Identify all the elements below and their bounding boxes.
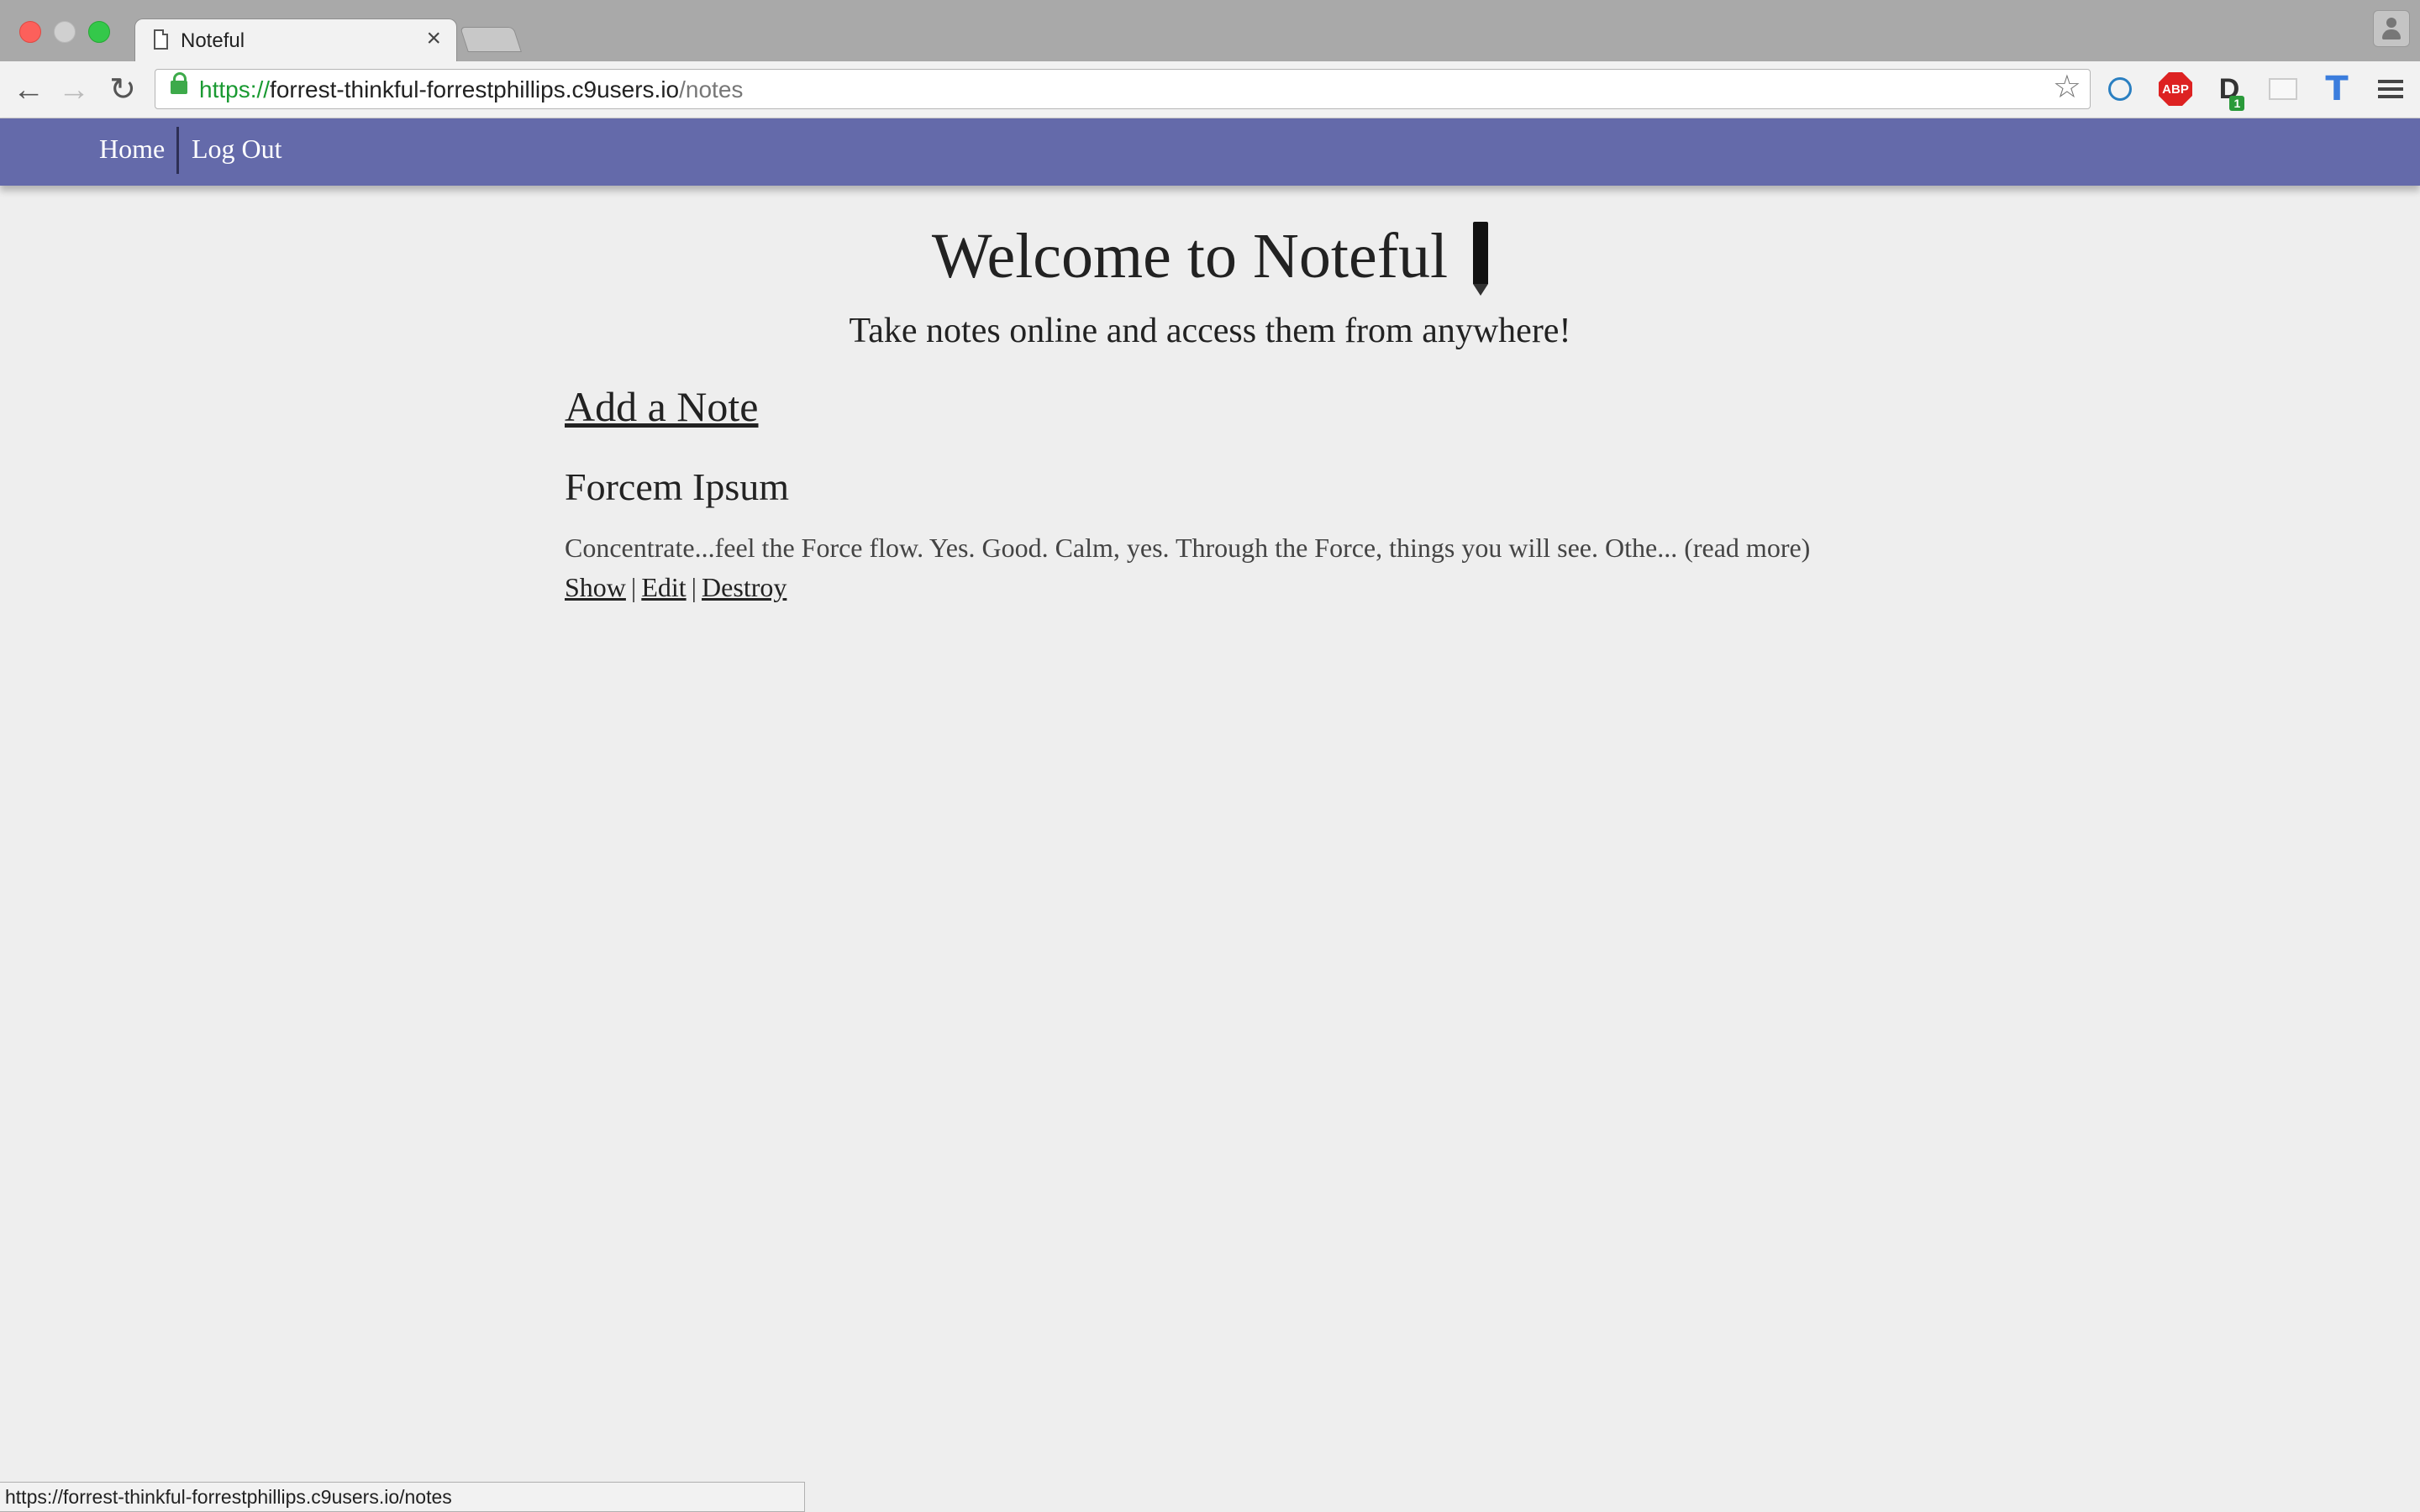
- extension-t-icon[interactable]: T: [2317, 70, 2356, 108]
- bookmark-star-icon[interactable]: ☆: [2053, 71, 2081, 103]
- nav-home-link[interactable]: Home: [99, 134, 165, 165]
- browser-toolbar: ← → ↻ https://forrest-thinkful-forrestph…: [0, 61, 2420, 118]
- tab-title: Noteful: [181, 29, 245, 52]
- url-host: forrest-thinkful-forrestphillips.c9users…: [270, 76, 680, 102]
- new-tab-button[interactable]: [460, 27, 522, 52]
- status-bar-url: https://forrest-thinkful-forrestphillips…: [0, 1482, 805, 1512]
- profile-icon[interactable]: [2373, 10, 2410, 47]
- note-edit-link[interactable]: Edit: [641, 572, 686, 602]
- note-show-link[interactable]: Show: [565, 572, 626, 602]
- page-title: Welcome to Noteful: [0, 220, 2420, 296]
- window-minimize-button[interactable]: [54, 21, 76, 43]
- browser-tab-noteful[interactable]: Noteful ×: [134, 18, 457, 61]
- url-text[interactable]: https://forrest-thinkful-forrestphillips…: [199, 76, 743, 103]
- lock-icon[interactable]: [171, 72, 187, 94]
- back-icon[interactable]: ←: [10, 71, 47, 108]
- extension-globe-icon[interactable]: [2101, 70, 2139, 108]
- page-title-text: Welcome to Noteful: [931, 221, 1449, 291]
- note-item: Forcem Ipsum Concentrate...feel the Forc…: [565, 465, 1909, 603]
- pencil-icon: [1473, 222, 1489, 296]
- nav-logout-link[interactable]: Log Out: [192, 134, 282, 165]
- notes-list: Add a Note Forcem Ipsum Concentrate...fe…: [565, 382, 1909, 603]
- menu-icon[interactable]: [2371, 70, 2410, 108]
- reader-icon[interactable]: [2264, 70, 2302, 108]
- tab-close-icon[interactable]: ×: [426, 26, 441, 51]
- page-icon: [154, 29, 168, 50]
- page-subtitle: Take notes online and access them from a…: [849, 312, 1571, 350]
- extension-d-icon[interactable]: D1: [2210, 70, 2249, 111]
- nav-divider: [176, 127, 179, 174]
- reload-icon[interactable]: ↻: [104, 71, 141, 108]
- window-maximize-button[interactable]: [88, 21, 110, 43]
- note-excerpt: Concentrate...feel the Force flow. Yes. …: [565, 533, 1909, 564]
- url-path: /notes: [679, 76, 744, 102]
- read-more-label: (read more): [1684, 533, 1811, 563]
- note-excerpt-text: Concentrate...feel the Force flow. Yes. …: [565, 533, 1678, 563]
- browser-tab-strip: Noteful ×: [0, 0, 2420, 61]
- note-actions: Show | Edit | Destroy: [565, 572, 1909, 603]
- note-destroy-link[interactable]: Destroy: [702, 572, 786, 602]
- adblock-icon[interactable]: ABP: [2156, 70, 2195, 108]
- site-navbar: Home Log Out: [0, 118, 2420, 186]
- address-bar[interactable]: https://forrest-thinkful-forrestphillips…: [155, 69, 2091, 109]
- add-note-link[interactable]: Add a Note: [565, 382, 1909, 431]
- window-close-button[interactable]: [19, 21, 41, 43]
- action-separator: |: [691, 572, 697, 602]
- forward-icon[interactable]: →: [55, 71, 92, 108]
- extension-badge: 1: [2229, 95, 2245, 111]
- url-scheme: https://: [199, 76, 271, 102]
- note-title: Forcem Ipsum: [565, 465, 790, 508]
- action-separator: |: [630, 572, 637, 602]
